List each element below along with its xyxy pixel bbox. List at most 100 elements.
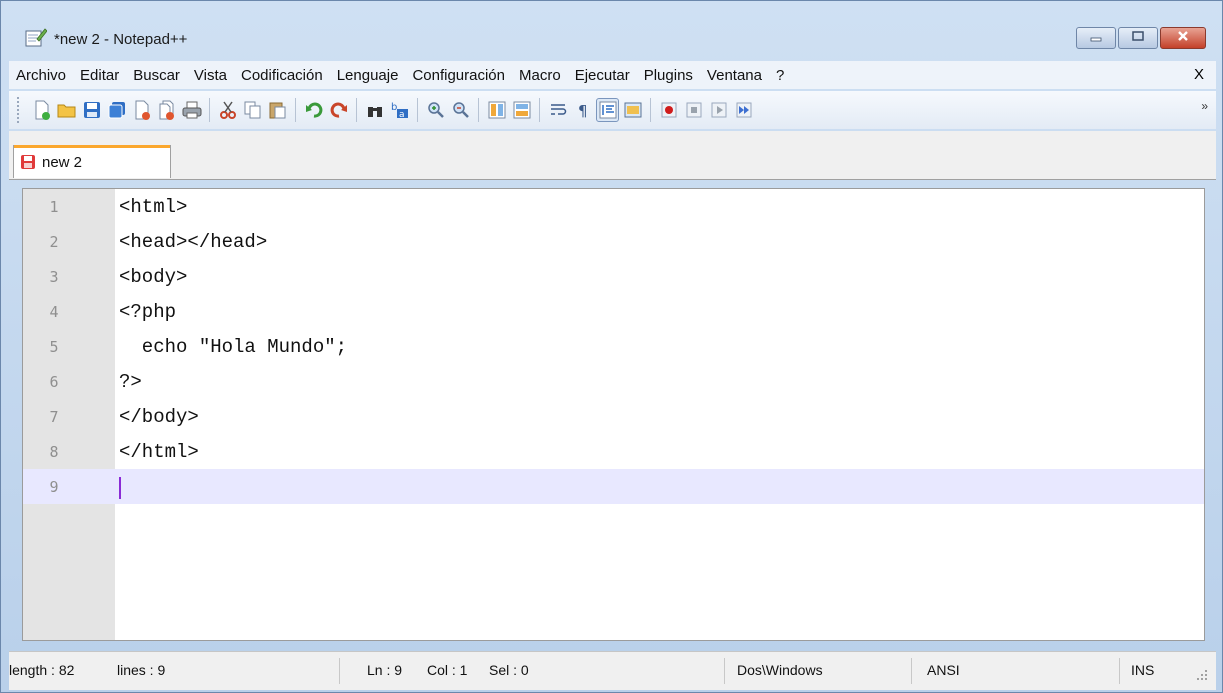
- line-number: 5: [49, 337, 59, 356]
- toolbar-separator: [478, 98, 479, 122]
- line-number: 2: [49, 232, 59, 251]
- line-number: 8: [49, 442, 59, 461]
- paste-icon[interactable]: [266, 98, 289, 122]
- menu-ejecutar[interactable]: Ejecutar: [568, 67, 637, 84]
- redo-icon[interactable]: [327, 98, 350, 122]
- tab-label: new 2: [42, 153, 83, 171]
- line-text: </html>: [119, 440, 199, 463]
- record-macro-icon[interactable]: [657, 98, 680, 122]
- close-file-icon[interactable]: [130, 98, 153, 122]
- title-bar: *new 2 - Notepad++: [1, 1, 1222, 59]
- tab-new-2[interactable]: new 2: [13, 145, 171, 178]
- text-caret: [119, 477, 121, 499]
- line-number: 1: [49, 197, 59, 216]
- find-icon[interactable]: [363, 98, 386, 122]
- svg-text:b: b: [391, 102, 397, 113]
- status-insert-mode: INS: [1131, 662, 1155, 678]
- open-file-icon[interactable]: [55, 98, 78, 122]
- line-text: <html>: [119, 195, 188, 218]
- unsaved-file-icon: [20, 154, 36, 170]
- line-number: 7: [49, 407, 59, 426]
- replace-icon[interactable]: ba: [388, 98, 411, 122]
- menu-ventana[interactable]: Ventana: [700, 67, 769, 84]
- code-line[interactable]: 8 </html>: [23, 434, 1204, 469]
- active-tab-indicator: [14, 145, 170, 148]
- status-encoding: ANSI: [927, 662, 960, 678]
- sync-vertical-icon[interactable]: [485, 98, 508, 122]
- close-window-button[interactable]: [1160, 27, 1206, 49]
- user-lang-icon[interactable]: [621, 98, 644, 122]
- save-icon[interactable]: [80, 98, 103, 122]
- toolbar-grip[interactable]: [17, 97, 23, 123]
- status-divider: [911, 658, 912, 684]
- status-length: length : 82: [9, 662, 75, 678]
- code-line[interactable]: 1 <html>: [23, 189, 1204, 224]
- word-wrap-icon[interactable]: [546, 98, 569, 122]
- notepadpp-window: *new 2 - Notepad++ Archivo Editar Buscar…: [0, 0, 1223, 693]
- window-title: *new 2 - Notepad++: [54, 31, 188, 48]
- cut-icon[interactable]: [216, 98, 239, 122]
- toolbar-separator: [539, 98, 540, 122]
- close-all-icon[interactable]: [155, 98, 178, 122]
- svg-text:¶: ¶: [578, 102, 588, 119]
- code-line[interactable]: 4 <?php: [23, 294, 1204, 329]
- minimize-button[interactable]: [1076, 27, 1116, 49]
- indent-guide-icon[interactable]: [596, 98, 619, 122]
- code-lines: 1 <html> 2 <head></head> 3 <body> 4 <?php 5 …: [23, 189, 1204, 504]
- sync-horizontal-icon[interactable]: [510, 98, 533, 122]
- line-number: 3: [49, 267, 59, 286]
- line-number: 9: [49, 477, 59, 496]
- menu-macro[interactable]: Macro: [512, 67, 568, 84]
- menu-configuracion[interactable]: Configuración: [405, 67, 512, 84]
- maximize-icon: [1131, 29, 1145, 47]
- menu-buscar[interactable]: Buscar: [126, 67, 187, 84]
- maximize-button[interactable]: [1118, 27, 1158, 49]
- line-number: 4: [49, 302, 59, 321]
- status-divider: [1119, 658, 1120, 684]
- menu-editar[interactable]: Editar: [73, 67, 126, 84]
- current-code-line[interactable]: 9: [23, 469, 1204, 504]
- zoom-in-icon[interactable]: [424, 98, 447, 122]
- toolbar-overflow-button[interactable]: »: [1201, 99, 1208, 113]
- run-macro-multiple-icon[interactable]: [732, 98, 755, 122]
- play-macro-icon[interactable]: [707, 98, 730, 122]
- line-text: </body>: [119, 405, 199, 428]
- editor-area[interactable]: 1 <html> 2 <head></head> 3 <body> 4 <?php 5 …: [22, 188, 1205, 641]
- menu-archivo[interactable]: Archivo: [9, 67, 73, 84]
- line-number: 6: [49, 372, 59, 391]
- close-document-button[interactable]: X: [1194, 66, 1204, 83]
- code-line[interactable]: 7 </body>: [23, 399, 1204, 434]
- line-text: <head></head>: [119, 230, 268, 253]
- code-line[interactable]: 6 ?>: [23, 364, 1204, 399]
- menu-bar: Archivo Editar Buscar Vista Codificación…: [9, 61, 1216, 89]
- stop-record-icon[interactable]: [682, 98, 705, 122]
- status-ln: Ln : 9: [367, 662, 403, 678]
- menu-vista[interactable]: Vista: [187, 67, 234, 84]
- save-all-icon[interactable]: [105, 98, 128, 122]
- status-divider: [724, 658, 725, 684]
- menu-codificacion[interactable]: Codificación: [234, 67, 330, 84]
- resize-grip-icon[interactable]: [1196, 668, 1208, 684]
- new-file-icon[interactable]: [30, 98, 53, 122]
- status-sel: Sel : 0: [489, 662, 529, 678]
- code-line[interactable]: 2 <head></head>: [23, 224, 1204, 259]
- toolbar-separator: [650, 98, 651, 122]
- toolbar-separator: [356, 98, 357, 122]
- menu-lenguaje[interactable]: Lenguaje: [330, 67, 406, 84]
- show-all-chars-icon[interactable]: ¶: [571, 98, 594, 122]
- status-divider: [339, 658, 340, 684]
- code-line[interactable]: 5 echo "Hola Mundo";: [23, 329, 1204, 364]
- menu-plugins[interactable]: Plugins: [637, 67, 700, 84]
- status-lines: lines : 9: [117, 662, 166, 678]
- toolbar: ba ¶ »: [9, 91, 1216, 129]
- menu-help[interactable]: ?: [769, 67, 791, 84]
- undo-icon[interactable]: [302, 98, 325, 122]
- code-line[interactable]: 3 <body>: [23, 259, 1204, 294]
- line-text: echo "Hola Mundo";: [119, 335, 348, 358]
- print-icon[interactable]: [180, 98, 203, 122]
- zoom-out-icon[interactable]: [449, 98, 472, 122]
- line-text: ?>: [119, 370, 142, 393]
- status-bar: length : 82 lines : 9 Ln : 9 Col : 1 Sel…: [9, 651, 1216, 690]
- notepadpp-icon: [25, 27, 48, 47]
- copy-icon[interactable]: [241, 98, 264, 122]
